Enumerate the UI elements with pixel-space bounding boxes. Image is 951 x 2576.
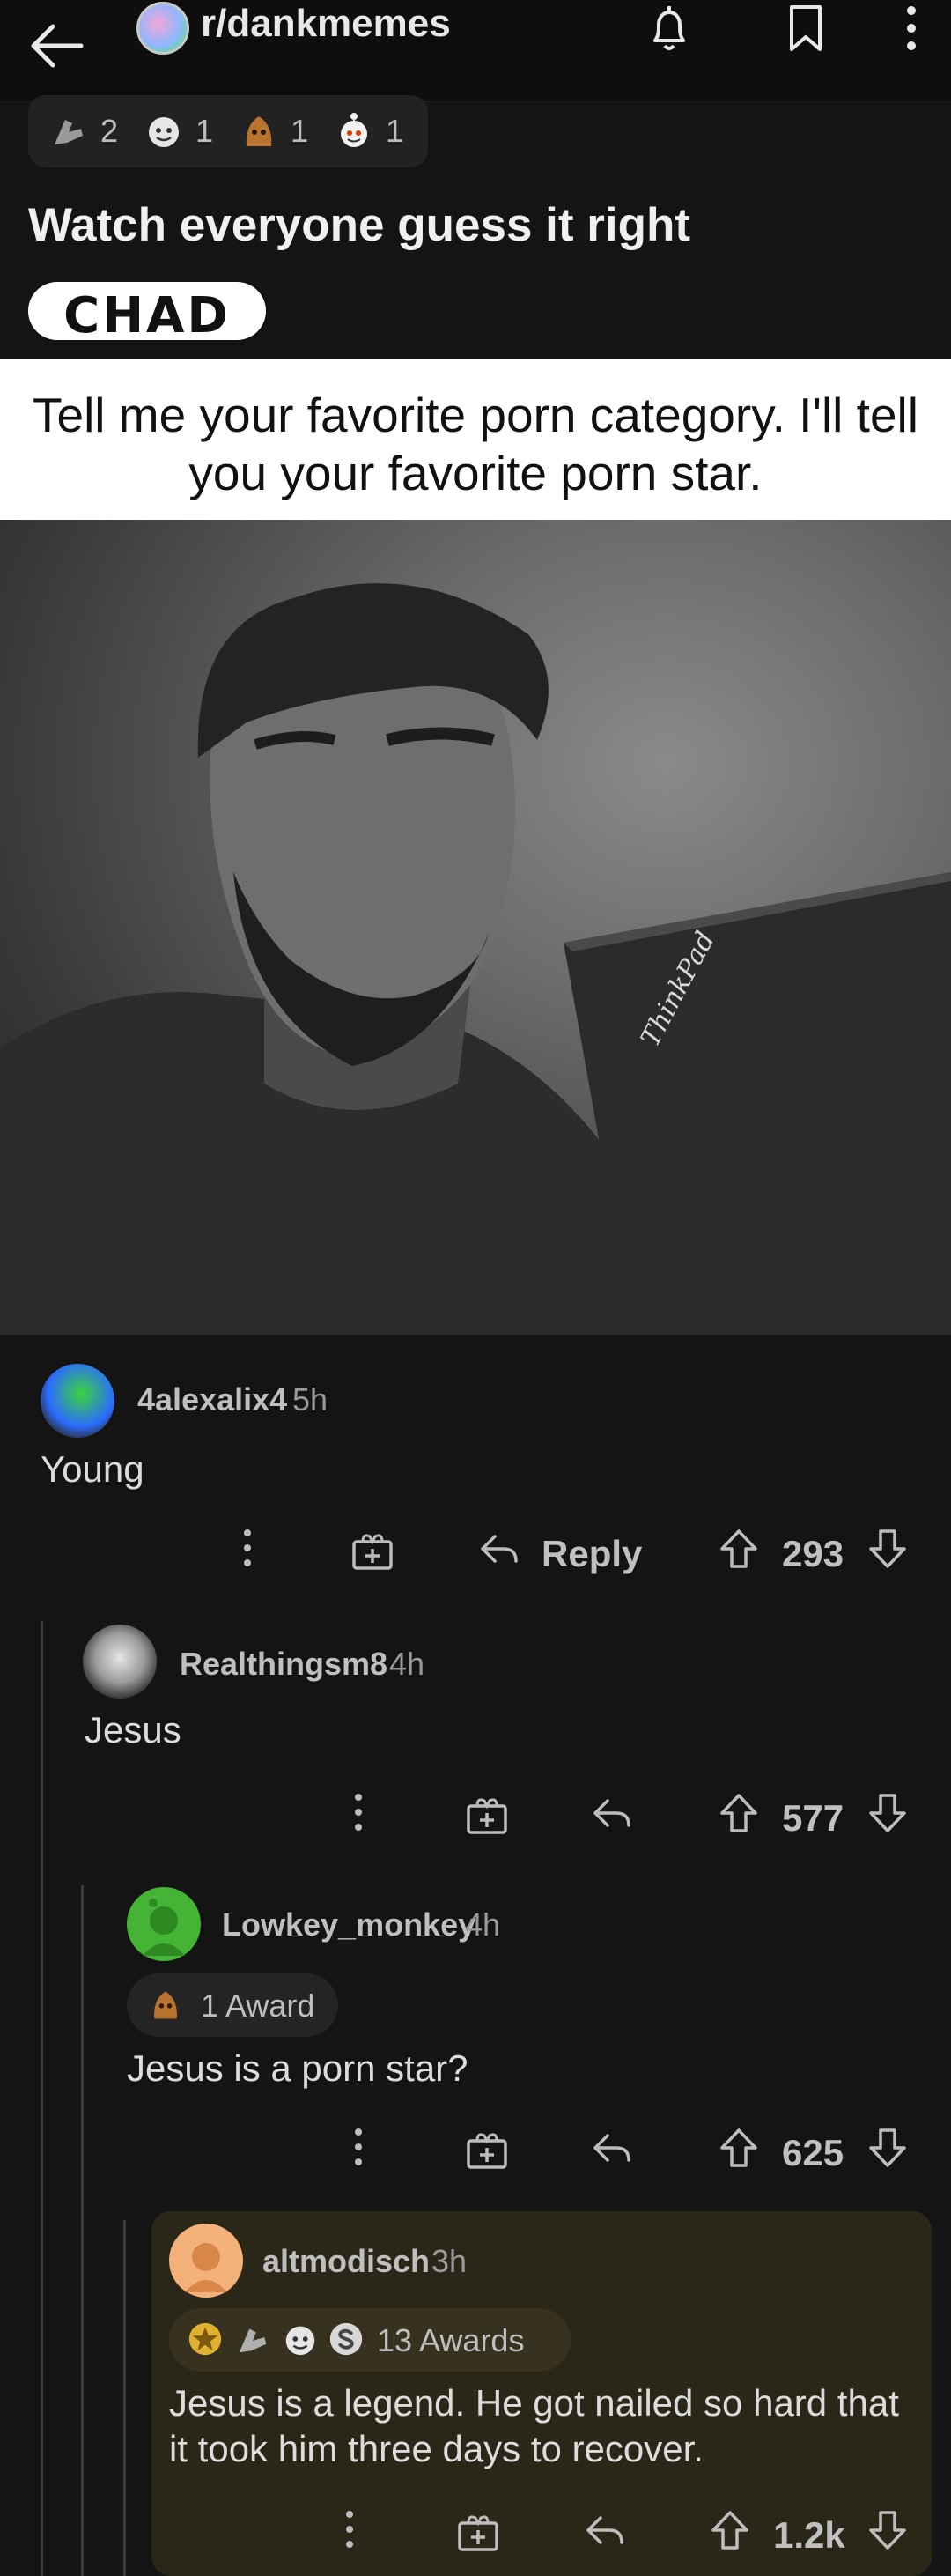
bell-icon[interactable] xyxy=(643,2,696,55)
comment-awards[interactable]: 13 Awards xyxy=(169,2308,571,2372)
reply-arrow-icon[interactable] xyxy=(590,1795,634,1831)
award-icon-1 xyxy=(49,111,88,150)
vote-count: 577 xyxy=(782,1797,844,1839)
downvote-icon[interactable] xyxy=(867,2127,908,2169)
comment-body: Jesus is a porn star? xyxy=(127,2047,468,2089)
user-avatar[interactable] xyxy=(41,1364,114,1438)
user-avatar[interactable] xyxy=(169,2224,243,2298)
give-award-icon[interactable] xyxy=(465,2128,509,2169)
comment-awards[interactable]: 1 Award xyxy=(127,1973,338,2037)
vote-count: 1.2k xyxy=(773,2514,845,2556)
award-count: 2 xyxy=(100,113,119,149)
more-options-icon[interactable] xyxy=(345,2125,372,2169)
award-icon-1 xyxy=(234,2321,271,2362)
reply-arrow-icon[interactable] xyxy=(583,2513,627,2548)
comment-body: Young xyxy=(41,1448,144,1490)
award-icon-4 xyxy=(335,111,373,150)
more-options-icon[interactable] xyxy=(234,1526,261,1570)
more-options-icon[interactable] xyxy=(336,2507,363,2551)
more-options-icon[interactable] xyxy=(345,1790,372,1834)
thread-line[interactable] xyxy=(41,1621,43,2576)
user-avatar[interactable] xyxy=(127,1887,201,1961)
meme-photo[interactable]: ThinkPad xyxy=(0,520,951,1335)
give-award-icon[interactable] xyxy=(350,1529,394,1570)
award-count: 1 xyxy=(195,113,214,149)
vote-count: 293 xyxy=(782,1533,844,1574)
star-award-icon xyxy=(187,2321,224,2362)
comment-username[interactable]: altmodisch xyxy=(262,2243,430,2280)
award-count: 1 xyxy=(386,113,404,149)
post-awards[interactable]: 2 1 1 1 xyxy=(28,95,428,167)
downvote-icon[interactable] xyxy=(867,2509,908,2551)
back-arrow-icon[interactable] xyxy=(26,19,88,72)
comment-time: 5h xyxy=(292,1381,328,1418)
flair-label: CHAD xyxy=(63,287,231,344)
meme-caption-panel[interactable]: Tell me your favorite porn category. I'l… xyxy=(0,359,951,520)
comment-username[interactable]: 4alexalix4 xyxy=(137,1381,287,1418)
post-title[interactable]: Watch everyone guess it right xyxy=(28,198,690,252)
comment-username[interactable]: Realthingsm8 xyxy=(180,1646,387,1683)
comment-username[interactable]: Lowkey_monkey xyxy=(222,1906,476,1943)
award-icon-2 xyxy=(282,2321,319,2362)
thread-line[interactable] xyxy=(81,1885,84,2576)
downvote-icon[interactable] xyxy=(867,1528,908,1570)
meme-caption: Tell me your favorite porn category. I'l… xyxy=(32,388,918,500)
award-icon-3 xyxy=(148,1986,183,2027)
award-icon-2 xyxy=(144,111,183,150)
award-icon-3 xyxy=(240,111,278,150)
upvote-icon[interactable] xyxy=(719,1528,759,1570)
awards-count-label: 13 Awards xyxy=(377,2322,525,2358)
upvote-icon[interactable] xyxy=(719,1792,759,1834)
upvote-icon[interactable] xyxy=(719,2127,759,2169)
comment-time: 4h xyxy=(465,1906,501,1943)
comment-time: 3h xyxy=(431,2243,468,2279)
reply-button[interactable]: Reply xyxy=(542,1533,642,1575)
post-flair[interactable]: CHAD xyxy=(28,282,266,344)
comment-body: Jesus is a legend. He got nailed so hard… xyxy=(169,2382,899,2469)
comment-body: Jesus xyxy=(85,1709,181,1751)
bookmark-icon[interactable] xyxy=(779,2,832,55)
thread-line[interactable] xyxy=(123,2220,126,2576)
comment-time: 4h xyxy=(389,1646,425,1682)
give-award-icon[interactable] xyxy=(456,2511,500,2551)
give-award-icon[interactable] xyxy=(465,1794,509,1834)
award-count: 1 xyxy=(291,113,309,149)
upvote-icon[interactable] xyxy=(710,2509,750,2551)
subreddit-avatar[interactable] xyxy=(136,2,189,55)
awards-count-label: 1 Award xyxy=(201,1988,315,2024)
vote-count: 625 xyxy=(782,2132,844,2173)
more-vertical-icon[interactable] xyxy=(885,2,938,55)
downvote-icon[interactable] xyxy=(867,1792,908,1834)
reply-arrow-icon[interactable] xyxy=(477,1531,521,1566)
subreddit-name[interactable]: r/dankmemes xyxy=(201,2,451,46)
user-avatar[interactable] xyxy=(83,1625,157,1699)
silver-award-icon xyxy=(328,2321,365,2362)
reply-arrow-icon[interactable] xyxy=(590,2130,634,2165)
